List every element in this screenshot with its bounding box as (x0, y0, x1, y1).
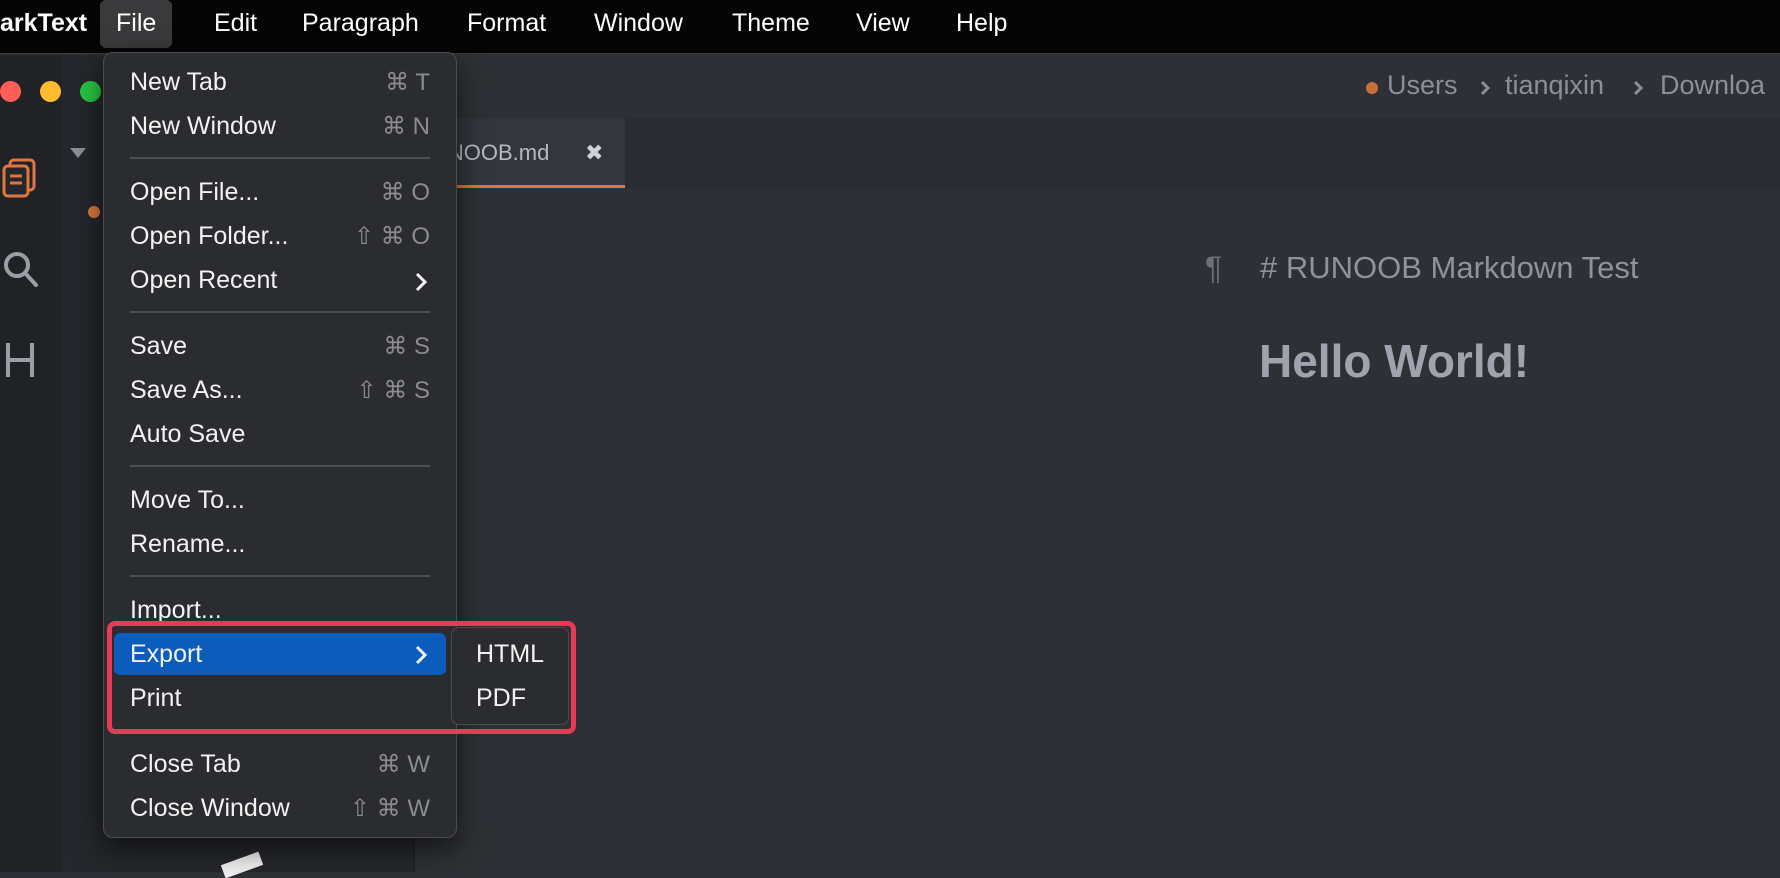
paragraph-icon[interactable]: ¶ (1205, 250, 1222, 287)
shortcut-label: ⇧ ⌘ S (356, 377, 430, 404)
menu-item-new-window[interactable]: New Window ⌘ N (130, 112, 430, 141)
menu-item-rename[interactable]: Rename... (130, 530, 430, 559)
files-icon[interactable] (2, 158, 38, 198)
menu-separator (130, 157, 430, 159)
annotation-highlight-box (107, 621, 576, 734)
chevron-right-icon (1633, 80, 1644, 96)
menu-item-label: New Window (130, 112, 276, 140)
menu-item-label: Open Recent (130, 266, 278, 294)
menu-item-label: New Tab (130, 68, 227, 96)
shortcut-label: ⌘ N (382, 113, 430, 140)
menu-window[interactable]: Window (580, 0, 697, 48)
menu-edit[interactable]: Edit (200, 0, 271, 48)
menu-item-close-window[interactable]: Close Window ⇧ ⌘ W (130, 794, 430, 823)
shortcut-label: ⌘ O (380, 179, 430, 206)
menu-help[interactable]: Help (942, 0, 1021, 48)
menu-item-open-folder[interactable]: Open Folder... ⇧ ⌘ O (130, 222, 430, 251)
menu-view[interactable]: View (842, 0, 924, 48)
breadcrumb-users[interactable]: Users (1387, 70, 1458, 101)
chevron-right-icon (1480, 80, 1491, 96)
menu-item-label: Save As... (130, 376, 243, 404)
heading-source-text[interactable]: # RUNOOB Markdown Test (1260, 250, 1638, 286)
menu-item-save-as[interactable]: Save As... ⇧ ⌘ S (130, 376, 430, 405)
menu-item-save[interactable]: Save ⌘ S (130, 332, 430, 361)
menu-paragraph[interactable]: Paragraph (288, 0, 433, 48)
menu-item-close-tab[interactable]: Close Tab ⌘ W (130, 750, 430, 779)
menu-separator (130, 465, 430, 467)
shortcut-label: ⇧ ⌘ W (349, 795, 430, 822)
tab-close-icon[interactable]: ✖ (585, 140, 603, 166)
shortcut-label: ⌘ S (383, 333, 430, 360)
menu-item-label: Import... (130, 596, 222, 624)
chevron-down-icon[interactable] (68, 146, 88, 160)
menu-theme[interactable]: Theme (718, 0, 824, 48)
menu-item-label: Move To... (130, 486, 245, 514)
search-icon[interactable] (2, 250, 40, 290)
unsaved-indicator (1366, 82, 1378, 94)
menu-bar: arkText File Edit Paragraph Format Windo… (0, 0, 1780, 54)
menu-separator (130, 311, 430, 313)
unsaved-dot (88, 206, 100, 218)
hello-heading[interactable]: Hello World! (1259, 334, 1529, 388)
shortcut-label: ⌘ W (376, 751, 430, 778)
menu-item-open-file[interactable]: Open File... ⌘ O (130, 178, 430, 207)
menu-item-new-tab[interactable]: New Tab ⌘ T (130, 68, 430, 97)
menu-format[interactable]: Format (453, 0, 560, 48)
breadcrumb-tianqixin[interactable]: tianqixin (1505, 70, 1604, 101)
minimize-window-button[interactable] (40, 81, 61, 102)
close-window-button[interactable] (0, 81, 21, 102)
menu-item-label: Open Folder... (130, 222, 289, 250)
menu-item-label: Rename... (130, 530, 246, 558)
menu-item-label: Auto Save (130, 420, 246, 448)
menu-file[interactable]: File (100, 0, 173, 48)
menu-item-label: Close Window (130, 794, 290, 822)
menu-item-auto-save[interactable]: Auto Save (130, 420, 430, 449)
breadcrumb-downloads[interactable]: Downloa (1660, 70, 1765, 101)
menu-separator (130, 575, 430, 577)
heading-icon[interactable] (4, 340, 36, 380)
menu-item-move-to[interactable]: Move To... (130, 486, 430, 515)
maximize-window-button[interactable] (80, 81, 101, 102)
chevron-right-icon (415, 272, 428, 292)
shortcut-label: ⇧ ⌘ O (353, 223, 430, 250)
menu-item-label: Close Tab (130, 750, 241, 778)
menu-item-open-recent[interactable]: Open Recent (130, 266, 430, 295)
menu-item-label: Save (130, 332, 187, 360)
app-menu[interactable]: arkText (0, 0, 101, 48)
menu-item-label: Open File... (130, 178, 260, 206)
shortcut-label: ⌘ T (385, 69, 430, 96)
